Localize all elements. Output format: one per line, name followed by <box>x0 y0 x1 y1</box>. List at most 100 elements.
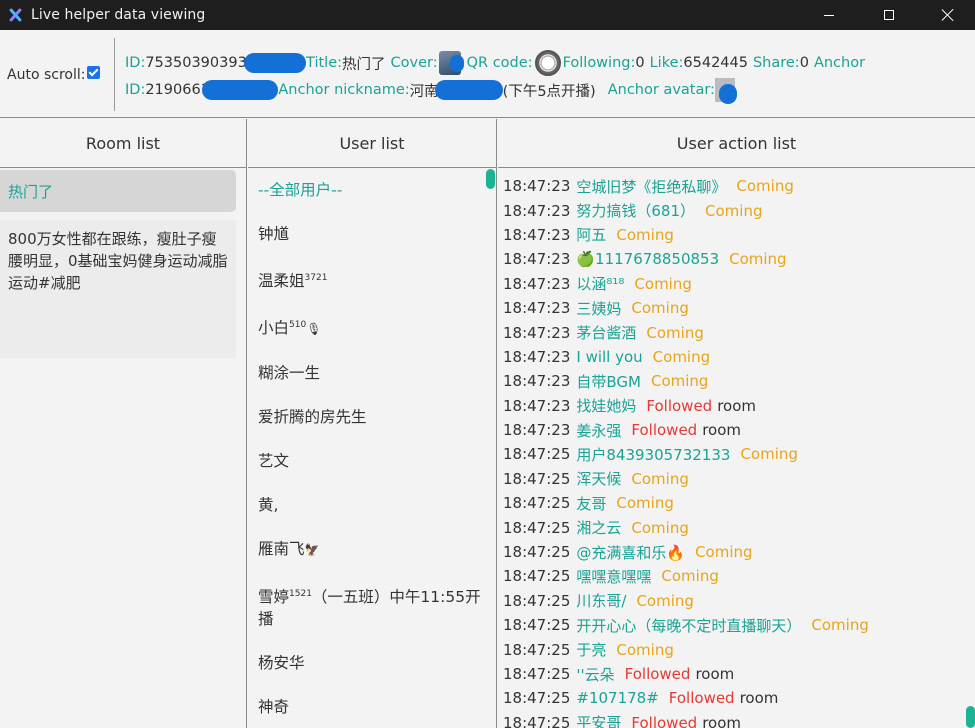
user-name: 温柔姐 <box>258 272 305 291</box>
anchor-avatar[interactable] <box>714 78 737 104</box>
action-type: Coming <box>631 469 689 488</box>
room-info-bar: Auto scroll: ID: 753503903931 Title: 热门了… <box>0 30 975 118</box>
action-row: 18:47:23 找娃她妈 Followed room <box>503 394 975 418</box>
action-row: 18:47:25 开开心心（每晚不定时直播聊天） Coming <box>503 613 975 637</box>
column-divider <box>246 119 247 728</box>
title-label: Title: <box>306 55 343 71</box>
user-level: 1521 <box>289 589 312 600</box>
action-row: 18:47:25 于亮 Coming <box>503 637 975 661</box>
info-divider <box>114 38 115 111</box>
cover-image[interactable] <box>438 51 464 75</box>
action-user: 努力搞钱（681） <box>576 202 696 221</box>
action-suffix: room <box>695 665 735 683</box>
action-list-header: User action list <box>498 119 975 168</box>
auto-scroll-toggle[interactable]: Auto scroll: <box>7 65 101 83</box>
action-row: 18:47:25 平安哥 Followed room <box>503 711 975 728</box>
action-row: 18:47:23 以涵⁸¹⁸ Coming <box>503 272 975 296</box>
action-time: 18:47:23 <box>503 201 571 220</box>
action-user: 友哥 <box>576 494 607 513</box>
title-bar: Live helper data viewing <box>0 0 975 30</box>
anchor-nickname-suffix: (下午5点开播) <box>502 83 596 100</box>
user-item-all[interactable]: --全部用户-- <box>258 168 496 212</box>
action-row: 18:47:23 努力搞钱（681） Coming <box>503 198 975 222</box>
action-type: Coming <box>616 640 674 659</box>
action-time: 18:47:25 <box>503 543 571 562</box>
action-user: 以涵⁸¹⁸ <box>576 275 625 294</box>
user-name: 雪婷 <box>258 588 290 607</box>
action-type: Followed <box>631 421 698 440</box>
action-row: 18:47:25 湘之云 Coming <box>503 515 975 539</box>
action-type: Coming <box>652 347 711 366</box>
action-user: 找娃她妈 <box>576 397 637 416</box>
anchor-label: Anchor <box>813 55 866 71</box>
action-row: 18:47:25 友哥 Coming <box>503 491 975 515</box>
cover-label: Cover: <box>390 55 438 71</box>
action-user: 用户8439305732133 <box>576 445 731 464</box>
user-item[interactable]: 温柔姐3721 <box>258 256 496 303</box>
room-item[interactable]: 800万女性都在跟练，瘦肚子瘦腰明显，0基础宝妈健身运动减脂运动#减肥 <box>0 220 236 358</box>
action-row: 18:47:23 茅台酱酒 Coming <box>503 320 975 344</box>
room-title: 热门了 <box>342 56 386 73</box>
close-button[interactable] <box>925 0 971 30</box>
action-list-panel: User action list 18:47:23 空城旧梦《拒绝私聊》 Comin… <box>498 119 975 728</box>
anchor-nickname-label: Anchor nickname: <box>278 82 410 98</box>
action-row: 18:47:23 I will you Coming <box>503 345 975 369</box>
user-item[interactable]: 艺文 <box>258 439 496 483</box>
action-user: 三姨妈 <box>576 299 622 318</box>
action-time: 18:47:25 <box>503 567 571 586</box>
maximize-icon <box>884 10 894 20</box>
redaction-mark <box>434 80 503 100</box>
action-type: Coming <box>740 445 798 464</box>
user-name: 雁南飞 <box>258 540 305 559</box>
action-time: 18:47:23 <box>503 250 571 269</box>
user-level: 510 <box>289 320 307 331</box>
action-row: 18:47:25 ''云朵 Followed room <box>503 662 975 686</box>
user-item[interactable]: 雁南飞🦅 <box>258 527 496 572</box>
action-user: 🍏1117678850853 <box>576 250 720 269</box>
action-time: 18:47:25 <box>503 689 571 708</box>
action-time: 18:47:23 <box>503 396 571 415</box>
share-label: Share: <box>752 55 800 71</box>
user-list-scrollbar[interactable] <box>486 169 495 189</box>
user-item[interactable]: 神奇 <box>258 685 496 728</box>
column-divider <box>496 119 497 728</box>
qr-code-icon[interactable] <box>534 50 561 76</box>
action-time: 18:47:23 <box>503 421 571 440</box>
user-item[interactable]: 爱折腾的房先生 <box>258 395 496 439</box>
action-type: Followed <box>631 713 698 728</box>
action-user: ''云朵 <box>576 665 615 684</box>
action-type: Coming <box>811 616 869 635</box>
user-item[interactable]: 黄, <box>258 483 496 527</box>
action-type: Coming <box>631 299 689 318</box>
action-time: 18:47:23 <box>503 299 571 318</box>
action-suffix: room <box>702 713 742 728</box>
following-label: Following: <box>562 55 636 71</box>
maximize-button[interactable] <box>866 0 912 30</box>
room-item-selected[interactable]: 热门了 <box>0 170 236 212</box>
action-user: 湘之云 <box>576 519 622 538</box>
action-row: 18:47:23 自带BGM Coming <box>503 369 975 393</box>
user-name: --全部用户-- <box>258 181 343 199</box>
action-time: 18:47:25 <box>503 591 571 610</box>
user-name: 糊涂一生 <box>258 364 321 383</box>
action-time: 18:47:25 <box>503 469 571 488</box>
action-user: 姜永强 <box>576 421 622 440</box>
user-item[interactable]: 糊涂一生 <box>258 351 496 395</box>
like-count: 6542445 <box>683 55 748 71</box>
action-row: 18:47:25 @充满喜和乐🔥 Coming <box>503 540 975 564</box>
redaction-mark <box>202 80 279 100</box>
action-user: 于亮 <box>576 641 607 660</box>
action-row: 18:47:23 🍏1117678850853 Coming <box>503 247 975 271</box>
action-type: Coming <box>616 494 674 513</box>
auto-scroll-checkbox[interactable] <box>87 65 101 79</box>
minimize-button[interactable] <box>806 0 852 30</box>
user-item[interactable]: 杨安华 <box>258 641 496 685</box>
user-item[interactable]: 钟馗 <box>258 212 496 256</box>
action-list-scrollbar[interactable] <box>966 706 975 728</box>
action-user: 开开心心（每晚不定时直播聊天） <box>576 616 802 635</box>
action-time: 18:47:23 <box>503 225 571 244</box>
user-item[interactable]: 雪婷1521（一五班）中午11:55开播 <box>258 572 496 641</box>
action-suffix: room <box>702 421 742 440</box>
user-name: 杨安华 <box>258 654 305 673</box>
user-item[interactable]: 小白510🎙 <box>258 303 496 351</box>
